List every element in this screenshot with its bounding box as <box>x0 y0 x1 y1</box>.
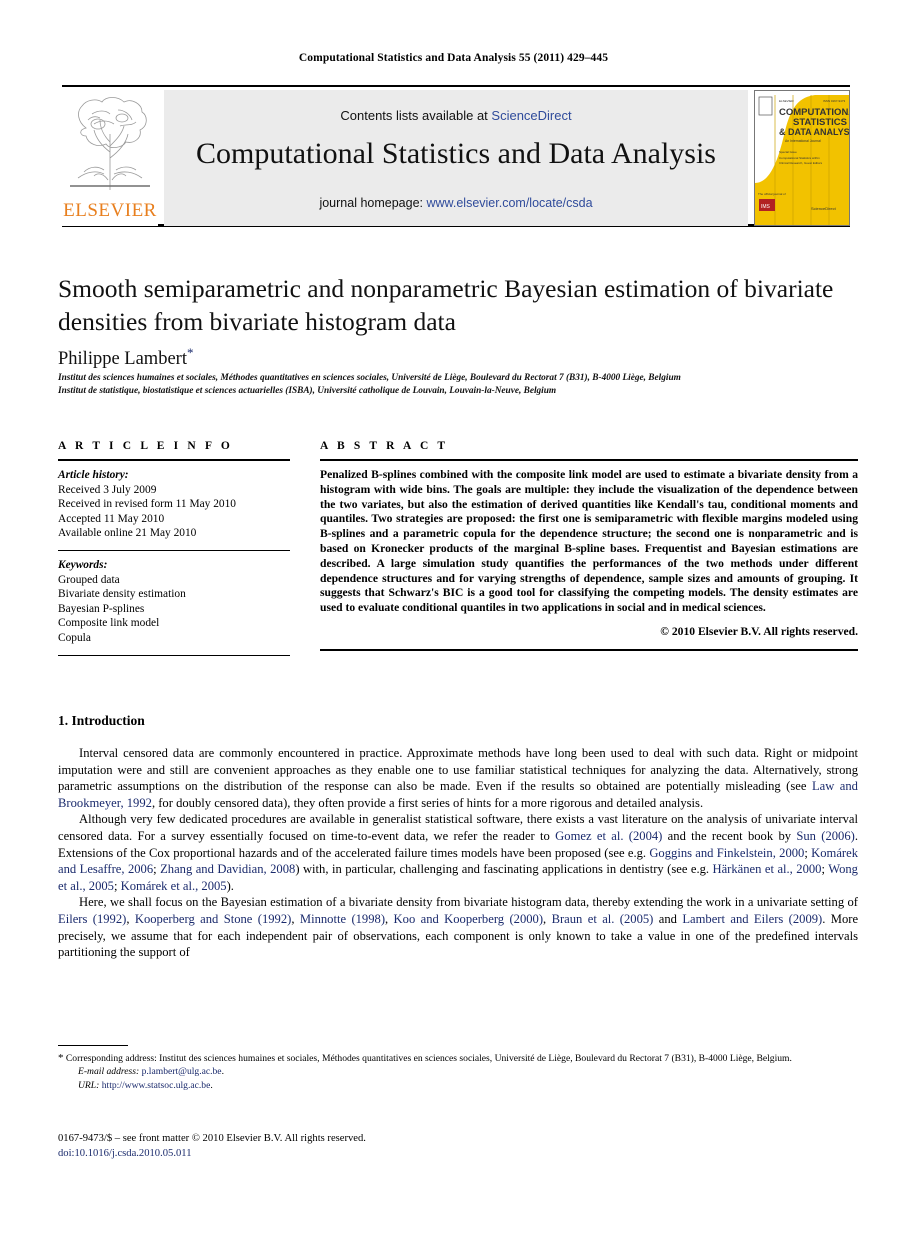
article-info-heading: A R T I C L E I N F O <box>58 440 233 452</box>
history-item: Received in revised form 11 May 2010 <box>58 498 236 511</box>
citation-link[interactable]: Komárek et al., 2005 <box>121 879 227 893</box>
introduction-body: Interval censored data are commonly enco… <box>58 745 858 961</box>
section-heading-introduction: 1. Introduction <box>58 713 145 728</box>
journal-homepage-link[interactable]: www.elsevier.com/locate/csda <box>426 196 592 210</box>
citation-link[interactable]: Eilers (1992) <box>58 912 126 926</box>
sciencedirect-link[interactable]: ScienceDirect <box>491 108 571 123</box>
history-item: Received 3 July 2009 <box>58 483 157 496</box>
elsevier-wordmark: ELSEVIER <box>63 200 157 221</box>
body-text-run: ). <box>226 878 234 893</box>
citation-link[interactable]: Goggins and Finkelstein, 2000 <box>649 846 804 860</box>
abstract-copyright: © 2010 Elsevier B.V. All rights reserved… <box>660 624 858 638</box>
abstract-heading: A B S T R A C T <box>320 440 449 452</box>
svg-text:Clinical Research, Guest Edito: Clinical Research, Guest Editors <box>779 161 823 165</box>
keywords-block: Keywords: Grouped data Bivariate density… <box>58 551 290 646</box>
article-info-column: A R T I C L E I N F O Article history: R… <box>58 440 290 656</box>
affiliation-1: Institut des sciences humaines et social… <box>58 373 681 383</box>
body-text-run: , <box>543 911 552 926</box>
keyword-item: Bayesian P-splines <box>58 602 145 615</box>
svg-text:ELSEVIER: ELSEVIER <box>779 99 795 103</box>
citation-link[interactable]: Braun et al. (2005) <box>552 912 654 926</box>
corresponding-address-text: Corresponding address: Institut des scie… <box>63 1053 792 1064</box>
issn-line: 0167-9473/$ – see front matter © 2010 El… <box>58 1133 366 1144</box>
body-text-run: , <box>385 911 394 926</box>
svg-text:Special Issue: Special Issue <box>779 150 797 154</box>
citation-link[interactable]: Gomez et al. (2004) <box>555 829 662 843</box>
paragraph: Here, we shall focus on the Bayesian est… <box>58 894 858 960</box>
svg-text:An International Journal: An International Journal <box>785 139 821 143</box>
keywords-label: Keywords: <box>58 558 108 571</box>
url-label: URL: <box>78 1079 100 1091</box>
footnote-rule <box>58 1045 128 1046</box>
email-link[interactable]: p.lambert@ulg.ac.be <box>142 1066 222 1077</box>
citation-link[interactable]: Sun (2006) <box>796 829 854 843</box>
body-text-run: , <box>126 911 135 926</box>
paper-title: Smooth semiparametric and nonparametric … <box>58 274 834 336</box>
journal-cover-thumbnail[interactable]: ELSEVIER ISSN 0167-9473 COMPUTATIONAL ST… <box>754 90 850 226</box>
citation-link[interactable]: Härkänen et al., 2000 <box>713 862 822 876</box>
contents-available-line: Contents lists available at ScienceDirec… <box>164 108 748 123</box>
citation-link[interactable]: Kooperberg and Stone (1992) <box>135 912 292 926</box>
body-text-run: Interval censored data are commonly enco… <box>58 746 858 794</box>
citation-link[interactable]: Zhang and Davidian, 2008 <box>160 862 295 876</box>
url-line: URL: http://www.statsoc.ulg.ac.be. <box>58 1079 858 1092</box>
masthead-center-panel: Contents lists available at ScienceDirec… <box>164 90 748 226</box>
body-text-run: ; <box>113 878 121 893</box>
svg-text:ISSN 0167-9473: ISSN 0167-9473 <box>823 99 846 103</box>
citation-link[interactable]: Lambert and Eilers (2009) <box>682 912 822 926</box>
keyword-item: Bivariate density estimation <box>58 588 186 601</box>
elsevier-logo: ELSEVIER <box>62 90 158 226</box>
keyword-item: Composite link model <box>58 617 160 630</box>
url-period: . <box>210 1079 213 1091</box>
cover-artwork: ELSEVIER ISSN 0167-9473 COMPUTATIONAL ST… <box>755 91 849 225</box>
url-link[interactable]: http://www.statsoc.ulg.ac.be <box>102 1080 211 1091</box>
citation-link[interactable]: Koo and Kooperberg (2000) <box>394 912 544 926</box>
corresponding-author-marker[interactable]: * <box>187 345 194 360</box>
history-item: Available online 21 May 2010 <box>58 527 197 540</box>
info-bottom-rule <box>58 654 290 656</box>
email-label: E-mail address: <box>78 1066 140 1078</box>
paper-page: Computational Statistics and Data Analys… <box>0 0 907 1238</box>
corresponding-address: * Corresponding address: Institut des sc… <box>58 1052 858 1065</box>
paragraph: Although very few dedicated procedures a… <box>58 811 858 894</box>
journal-masthead: ELSEVIER Contents lists available at Sci… <box>62 85 850 227</box>
abstract-bottom-rule <box>320 648 858 651</box>
email-line: E-mail address: p.lambert@ulg.ac.be. <box>58 1065 858 1078</box>
svg-text:Computational Statistics withi: Computational Statistics within <box>779 156 820 160</box>
homepage-prefix: journal homepage: <box>319 196 427 210</box>
body-text-run: Here, we shall focus on the Bayesian est… <box>79 895 858 910</box>
body-text-run: , for doubly censored data), they often … <box>151 795 704 810</box>
author-label: Philippe Lambert <box>58 349 187 370</box>
imprint-block: 0167-9473/$ – see front matter © 2010 El… <box>58 1131 366 1161</box>
email-period: . <box>221 1066 224 1078</box>
footnote-block: * Corresponding address: Institut des sc… <box>58 1052 858 1092</box>
abstract-column: A B S T R A C T Penalized B-splines comb… <box>320 440 858 651</box>
svg-text:IMS: IMS <box>761 204 771 210</box>
body-text-run: and <box>653 911 683 926</box>
article-history-label: Article history: <box>58 469 129 481</box>
keyword-item: Grouped data <box>58 573 120 586</box>
paragraph: Interval censored data are commonly enco… <box>58 745 858 811</box>
keyword-item: Copula <box>58 631 91 644</box>
journal-title: Computational Statistics and Data Analys… <box>196 137 716 170</box>
svg-text:The official journal of: The official journal of <box>758 192 786 196</box>
affiliation-2: Institut de statistique, biostatistique … <box>58 386 557 396</box>
body-text-run: and the recent book by <box>662 828 797 843</box>
body-text-run: , <box>291 911 300 926</box>
running-head: Computational Statistics and Data Analys… <box>298 52 609 64</box>
elsevier-tree-icon <box>70 97 150 190</box>
citation-link[interactable]: Minnotte (1998) <box>300 912 385 926</box>
doi-link[interactable]: doi:10.1016/j.csda.2010.05.011 <box>58 1146 366 1161</box>
svg-text:ScienceDirect: ScienceDirect <box>811 206 837 211</box>
contents-prefix: Contents lists available at <box>340 108 492 123</box>
body-text-run: ) with, in particular, challenging and f… <box>295 862 713 877</box>
abstract-text: Penalized B-splines combined with the co… <box>320 468 858 615</box>
author-name: Philippe Lambert* <box>58 345 193 370</box>
journal-homepage-line: journal homepage: www.elsevier.com/locat… <box>164 196 748 210</box>
history-item: Accepted 11 May 2010 <box>58 512 165 525</box>
article-history-block: Article history: Received 3 July 2009 Re… <box>58 461 290 541</box>
svg-text:& DATA ANALYSIS: & DATA ANALYSIS <box>779 127 849 137</box>
